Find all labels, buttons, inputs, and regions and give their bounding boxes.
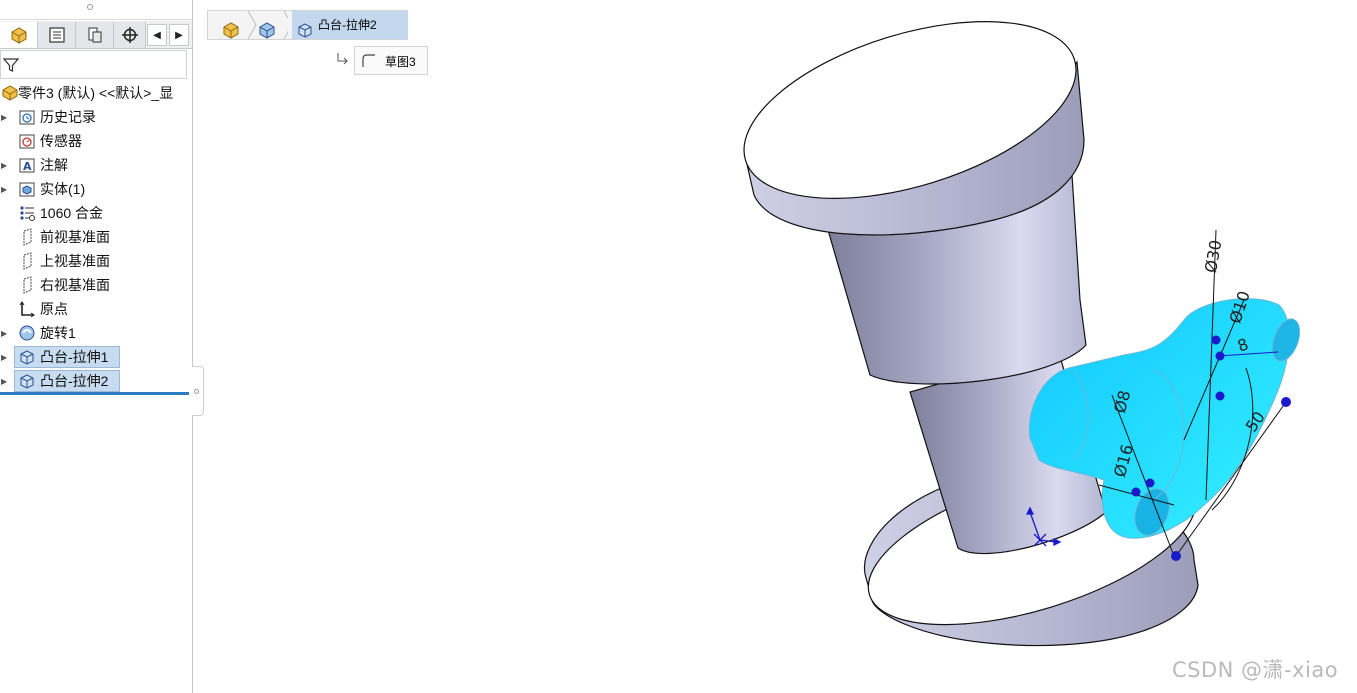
tree-root-label: 零件3 (默认) <<默认>_显 xyxy=(18,85,174,101)
tabs-scroll-right-button[interactable]: ▶ xyxy=(169,24,189,46)
tree-item-boss-extrude2[interactable]: ▶ 凸台-拉伸2 xyxy=(0,369,192,393)
sketch-point[interactable] xyxy=(1171,551,1181,561)
tree-item-label: 上视基准面 xyxy=(40,253,110,269)
tab-configurationmanager[interactable] xyxy=(76,22,114,48)
crosshair-icon xyxy=(121,27,138,43)
expand-arrow-icon[interactable]: ▶ xyxy=(1,105,9,129)
tree-root-part[interactable]: 零件3 (默认) <<默认>_显 xyxy=(0,81,192,105)
history-icon xyxy=(17,107,37,127)
tree-item-label: 旋转1 xyxy=(40,325,76,341)
sketch-point[interactable] xyxy=(1281,397,1291,407)
part-icon xyxy=(0,83,20,103)
plane-icon xyxy=(17,251,37,271)
sketch-point[interactable] xyxy=(1215,391,1225,401)
tab-propertymanager[interactable] xyxy=(38,22,76,48)
tree-item-annotations[interactable]: ▶ A 注解 xyxy=(0,153,192,177)
solid-bodies-icon xyxy=(17,179,37,199)
plane-icon xyxy=(17,227,37,247)
revolve-icon xyxy=(17,323,37,343)
expand-arrow-icon[interactable]: ▶ xyxy=(1,153,9,177)
expand-arrow-icon[interactable]: ▶ xyxy=(1,177,9,201)
expand-arrow-icon[interactable]: ▶ xyxy=(1,369,9,393)
tree-filter-field[interactable] xyxy=(0,50,187,79)
annotation-icon: A xyxy=(17,155,37,175)
rollback-bar[interactable] xyxy=(0,392,189,395)
tree-item-label: 右视基准面 xyxy=(40,277,110,293)
extrude-icon xyxy=(17,371,37,391)
sketch-point[interactable] xyxy=(1211,335,1221,345)
tree-item-top-plane[interactable]: 上视基准面 xyxy=(0,249,192,273)
pane-header-strip xyxy=(0,0,192,20)
property-manager-icon xyxy=(48,27,65,43)
tabs-scroll-left-button[interactable]: ◀ xyxy=(147,24,167,46)
sketch-point[interactable] xyxy=(1145,478,1155,488)
tab-featuremanager[interactable] xyxy=(0,22,38,48)
tree-item-origin[interactable]: 原点 xyxy=(0,297,192,321)
extrude-icon xyxy=(17,347,37,367)
tree-item-material[interactable]: 1060 合金 xyxy=(0,201,192,225)
tree-item-label: 前视基准面 xyxy=(40,229,110,245)
configuration-manager-icon xyxy=(88,27,101,43)
model-view[interactable]: Ø30 Ø10 8 Ø8 Ø16 50 xyxy=(194,0,1357,693)
feature-manager-pane: ◀ ▶ 零件3 (默认) <<默认>_显 ▶ 历史记录 传感器 ▶ A 注解 ▶… xyxy=(0,0,193,693)
tree-item-label: 注解 xyxy=(40,157,68,173)
tree-item-label: 凸台-拉伸2 xyxy=(40,373,109,389)
tree-item-label: 凸台-拉伸1 xyxy=(40,349,109,365)
material-icon xyxy=(17,203,37,223)
tree-item-revolve1[interactable]: ▶ 旋转1 xyxy=(0,321,192,345)
top-flange[interactable] xyxy=(723,0,1096,236)
expand-arrow-icon[interactable]: ▶ xyxy=(1,321,9,345)
watermark: CSDN @潇-xiao xyxy=(1172,658,1339,682)
grip-icon[interactable] xyxy=(87,4,93,10)
tree-item-boss-extrude1[interactable]: ▶ 凸台-拉伸1 xyxy=(0,345,192,369)
tree-item-history[interactable]: ▶ 历史记录 xyxy=(0,105,192,129)
plane-icon xyxy=(17,275,37,295)
svg-text:A: A xyxy=(23,160,32,173)
filter-icon xyxy=(3,58,19,72)
expand-arrow-icon[interactable]: ▶ xyxy=(1,345,9,369)
graphics-area[interactable]: Ø30 Ø10 8 Ø8 Ø16 50 CSDN @潇-xiao xyxy=(194,0,1357,693)
tab-dimxpert[interactable] xyxy=(114,22,146,48)
sketch-point[interactable] xyxy=(1131,487,1141,497)
tree-item-label: 历史记录 xyxy=(40,109,96,125)
tree-item-label: 原点 xyxy=(40,301,68,317)
sensor-icon xyxy=(17,131,37,151)
tree-item-solid-bodies[interactable]: ▶ 实体(1) xyxy=(0,177,192,201)
dimension-label[interactable]: Ø30 xyxy=(1201,238,1225,274)
sketch-point[interactable] xyxy=(1215,351,1225,361)
breadcrumb-extrude-icon[interactable] xyxy=(296,16,314,44)
manager-tabs: ◀ ▶ xyxy=(0,21,192,49)
tree-item-label: 1060 合金 xyxy=(40,205,104,221)
tree-item-front-plane[interactable]: 前视基准面 xyxy=(0,225,192,249)
origin-icon xyxy=(17,299,37,319)
tree-item-sensors[interactable]: 传感器 xyxy=(0,129,192,153)
tree-item-right-plane[interactable]: 右视基准面 xyxy=(0,273,192,297)
tree-item-label: 实体(1) xyxy=(40,181,86,197)
part-tree-icon xyxy=(11,26,26,44)
tree-item-label: 传感器 xyxy=(40,133,82,149)
